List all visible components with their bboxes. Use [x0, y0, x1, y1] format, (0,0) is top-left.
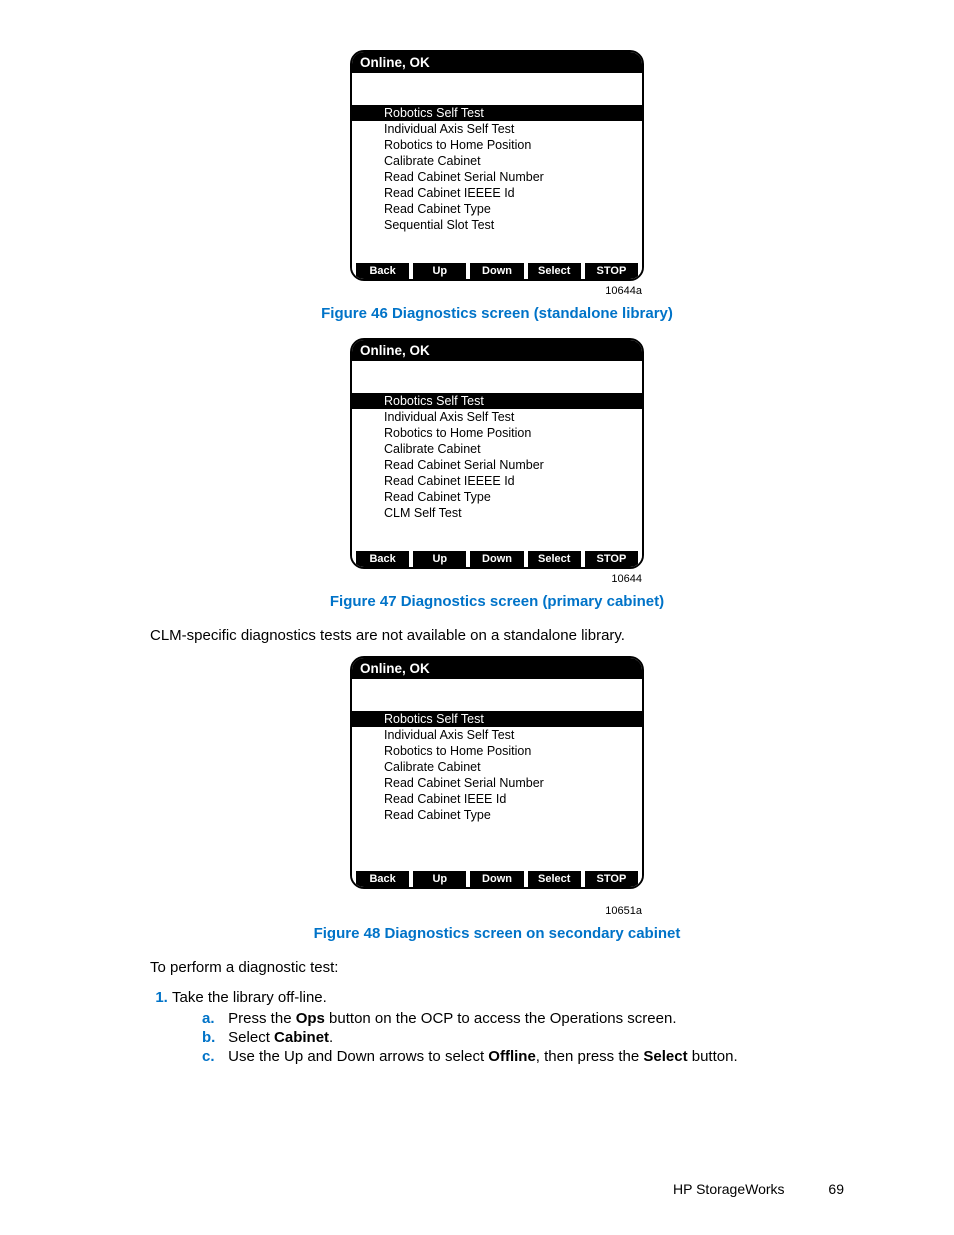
status-header: Online, OK	[352, 52, 642, 73]
text: button on the OCP to access the Operatio…	[325, 1010, 677, 1027]
figure-caption: Figure 48 Diagnostics screen on secondar…	[150, 925, 844, 942]
text: .	[329, 1029, 333, 1046]
back-button: Back	[356, 263, 409, 279]
ocp-screen-3: Online, OK Robotics Self Test Individual…	[350, 656, 644, 889]
down-button: Down	[470, 263, 523, 279]
figure-caption: Figure 47 Diagnostics screen (primary ca…	[150, 593, 844, 610]
menu-item: Read Cabinet IEEEE Id	[352, 185, 642, 201]
sub-label: b.	[202, 1029, 224, 1046]
page-number: 69	[828, 1181, 844, 1197]
menu-item: Read Cabinet Type	[352, 807, 642, 823]
spacer	[352, 361, 642, 393]
menu-item: Robotics to Home Position	[352, 743, 642, 759]
menu-item: Read Cabinet IEEEE Id	[352, 473, 642, 489]
bold: Cabinet	[274, 1029, 329, 1046]
up-button: Up	[413, 551, 466, 567]
page: Online, OK Robotics Self Test Individual…	[0, 0, 954, 1235]
menu-item: Calibrate Cabinet	[352, 759, 642, 775]
figure-caption: Figure 46 Diagnostics screen (standalone…	[150, 305, 844, 322]
sub-label: c.	[202, 1048, 224, 1065]
down-button: Down	[470, 871, 523, 887]
stop-button: STOP	[585, 871, 638, 887]
sub-label: a.	[202, 1010, 224, 1027]
select-button: Select	[528, 551, 581, 567]
bold: Offline	[488, 1048, 536, 1065]
back-button: Back	[356, 551, 409, 567]
menu-item: Read Cabinet IEEE Id	[352, 791, 642, 807]
step-text: Take the library off-line.	[172, 989, 327, 1006]
menu-item: Read Cabinet Type	[352, 201, 642, 217]
stop-button: STOP	[585, 551, 638, 567]
select-button: Select	[528, 871, 581, 887]
button-row: Back Up Down Select STOP	[352, 871, 642, 887]
menu-item-selected: Robotics Self Test	[352, 105, 642, 121]
spacer	[352, 679, 642, 711]
menu-item: Robotics to Home Position	[352, 137, 642, 153]
up-button: Up	[413, 263, 466, 279]
menu-item-selected: Robotics Self Test	[352, 393, 642, 409]
menu-item: Read Cabinet Serial Number	[352, 457, 642, 473]
image-id: 10644a	[352, 285, 642, 297]
spacer	[352, 233, 642, 263]
stop-button: STOP	[585, 263, 638, 279]
sub-list: a. Press the Ops button on the OCP to ac…	[172, 1010, 844, 1065]
menu-item: CLM Self Test	[352, 505, 642, 521]
body-paragraph: To perform a diagnostic test:	[150, 958, 844, 978]
ocp-screen-1: Online, OK Robotics Self Test Individual…	[350, 50, 644, 281]
text: button.	[688, 1048, 738, 1065]
spacer	[352, 823, 642, 871]
ocp-screen-2: Online, OK Robotics Self Test Individual…	[350, 338, 644, 569]
spacer	[352, 73, 642, 105]
footer-label: HP StorageWorks	[673, 1181, 785, 1197]
menu-item: Read Cabinet Serial Number	[352, 169, 642, 185]
status-header: Online, OK	[352, 340, 642, 361]
menu-item: Sequential Slot Test	[352, 217, 642, 233]
bold: Select	[643, 1048, 687, 1065]
up-button: Up	[413, 871, 466, 887]
button-row: Back Up Down Select STOP	[352, 263, 642, 279]
back-button: Back	[356, 871, 409, 887]
status-header: Online, OK	[352, 658, 642, 679]
menu-item: Read Cabinet Serial Number	[352, 775, 642, 791]
image-id: 10644	[352, 573, 642, 585]
menu-item-selected: Robotics Self Test	[352, 711, 642, 727]
numbered-list: Take the library off-line. a. Press the …	[150, 989, 844, 1065]
text: Press the	[228, 1010, 296, 1027]
menu-item: Calibrate Cabinet	[352, 441, 642, 457]
spacer	[352, 521, 642, 551]
menu-item: Robotics to Home Position	[352, 425, 642, 441]
image-id: 10651a	[352, 905, 642, 917]
page-footer: HP StorageWorks 69	[673, 1181, 844, 1197]
list-item: b. Select Cabinet.	[202, 1029, 844, 1046]
menu-item: Read Cabinet Type	[352, 489, 642, 505]
text: Use the Up and Down arrows to select	[228, 1048, 488, 1065]
body-paragraph: CLM-specific diagnostics tests are not a…	[150, 626, 844, 646]
bold: Ops	[296, 1010, 325, 1027]
button-row: Back Up Down Select STOP	[352, 551, 642, 567]
menu-item: Calibrate Cabinet	[352, 153, 642, 169]
select-button: Select	[528, 263, 581, 279]
down-button: Down	[470, 551, 523, 567]
menu-item: Individual Axis Self Test	[352, 409, 642, 425]
menu-item: Individual Axis Self Test	[352, 121, 642, 137]
list-item: c. Use the Up and Down arrows to select …	[202, 1048, 844, 1065]
menu-item: Individual Axis Self Test	[352, 727, 642, 743]
list-item: a. Press the Ops button on the OCP to ac…	[202, 1010, 844, 1027]
text: Select	[228, 1029, 274, 1046]
text: , then press the	[536, 1048, 644, 1065]
list-item: Take the library off-line. a. Press the …	[172, 989, 844, 1065]
